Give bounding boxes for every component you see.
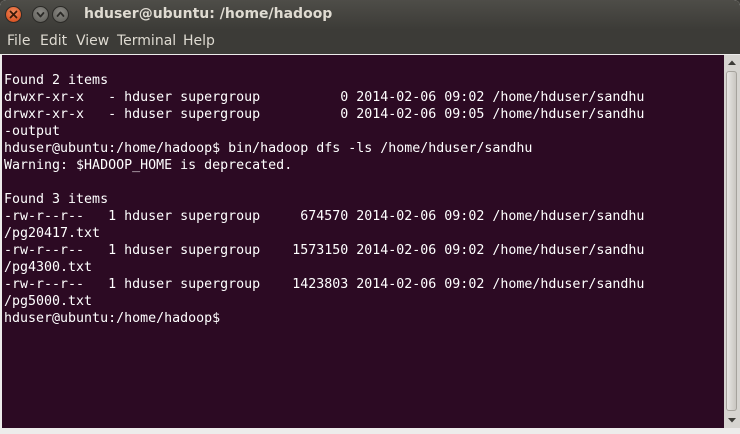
terminal-line: Warning: $HADOOP_HOME is deprecated. — [4, 158, 293, 173]
scrollbar-thumb[interactable] — [726, 71, 737, 411]
scroll-up-arrow-icon[interactable] — [726, 57, 738, 69]
terminal-line: -output — [4, 124, 61, 139]
terminal-line: hduser@ubuntu:/home/hadoop$ — [4, 311, 221, 326]
terminal-line: /pg20417.txt — [4, 226, 101, 241]
terminal-line: /pg5000.txt — [4, 294, 93, 309]
terminal-line: drwxr-xr-x - hduser supergroup 0 2014-02… — [4, 90, 645, 105]
close-icon — [9, 10, 18, 19]
menu-view[interactable]: View — [76, 33, 109, 49]
terminal-line: Found 2 items — [4, 73, 109, 88]
menu-terminal[interactable]: Terminal — [117, 33, 176, 49]
terminal-window: hduser@ubuntu: /home/hadoop File Edit Vi… — [0, 0, 740, 434]
minimize-button[interactable] — [32, 6, 49, 23]
terminal-text: Found 2 items drwxr-xr-x - hduser supergr… — [4, 72, 644, 327]
window-title: hduser@ubuntu: /home/hadoop — [84, 6, 333, 22]
terminal-line: -rw-r--r-- 1 hduser supergroup 1423803 2… — [4, 277, 645, 292]
menu-file[interactable]: File — [7, 33, 30, 49]
scroll-down-arrow-icon[interactable] — [726, 414, 738, 426]
minimize-icon — [36, 12, 45, 18]
vertical-scrollbar[interactable] — [724, 55, 740, 428]
maximize-icon — [56, 11, 65, 17]
close-button[interactable] — [5, 6, 22, 23]
menu-bar: File Edit View Terminal Help — [0, 30, 740, 54]
terminal-line: drwxr-xr-x - hduser supergroup 0 2014-02… — [4, 107, 645, 122]
title-bar[interactable]: hduser@ubuntu: /home/hadoop — [0, 0, 740, 30]
terminal-line: -rw-r--r-- 1 hduser supergroup 674570 20… — [4, 209, 645, 224]
menu-help[interactable]: Help — [183, 33, 215, 49]
terminal-line: Found 3 items — [4, 192, 109, 207]
terminal-output-area[interactable]: Found 2 items drwxr-xr-x - hduser supergr… — [2, 55, 724, 428]
terminal-line: /pg4300.txt — [4, 260, 93, 275]
terminal-line: hduser@ubuntu:/home/hadoop$ bin/hadoop d… — [4, 141, 533, 156]
maximize-button[interactable] — [52, 6, 69, 23]
window-bottom-border — [0, 428, 740, 434]
menu-edit[interactable]: Edit — [40, 33, 67, 49]
terminal-line: -rw-r--r-- 1 hduser supergroup 1573150 2… — [4, 243, 645, 258]
